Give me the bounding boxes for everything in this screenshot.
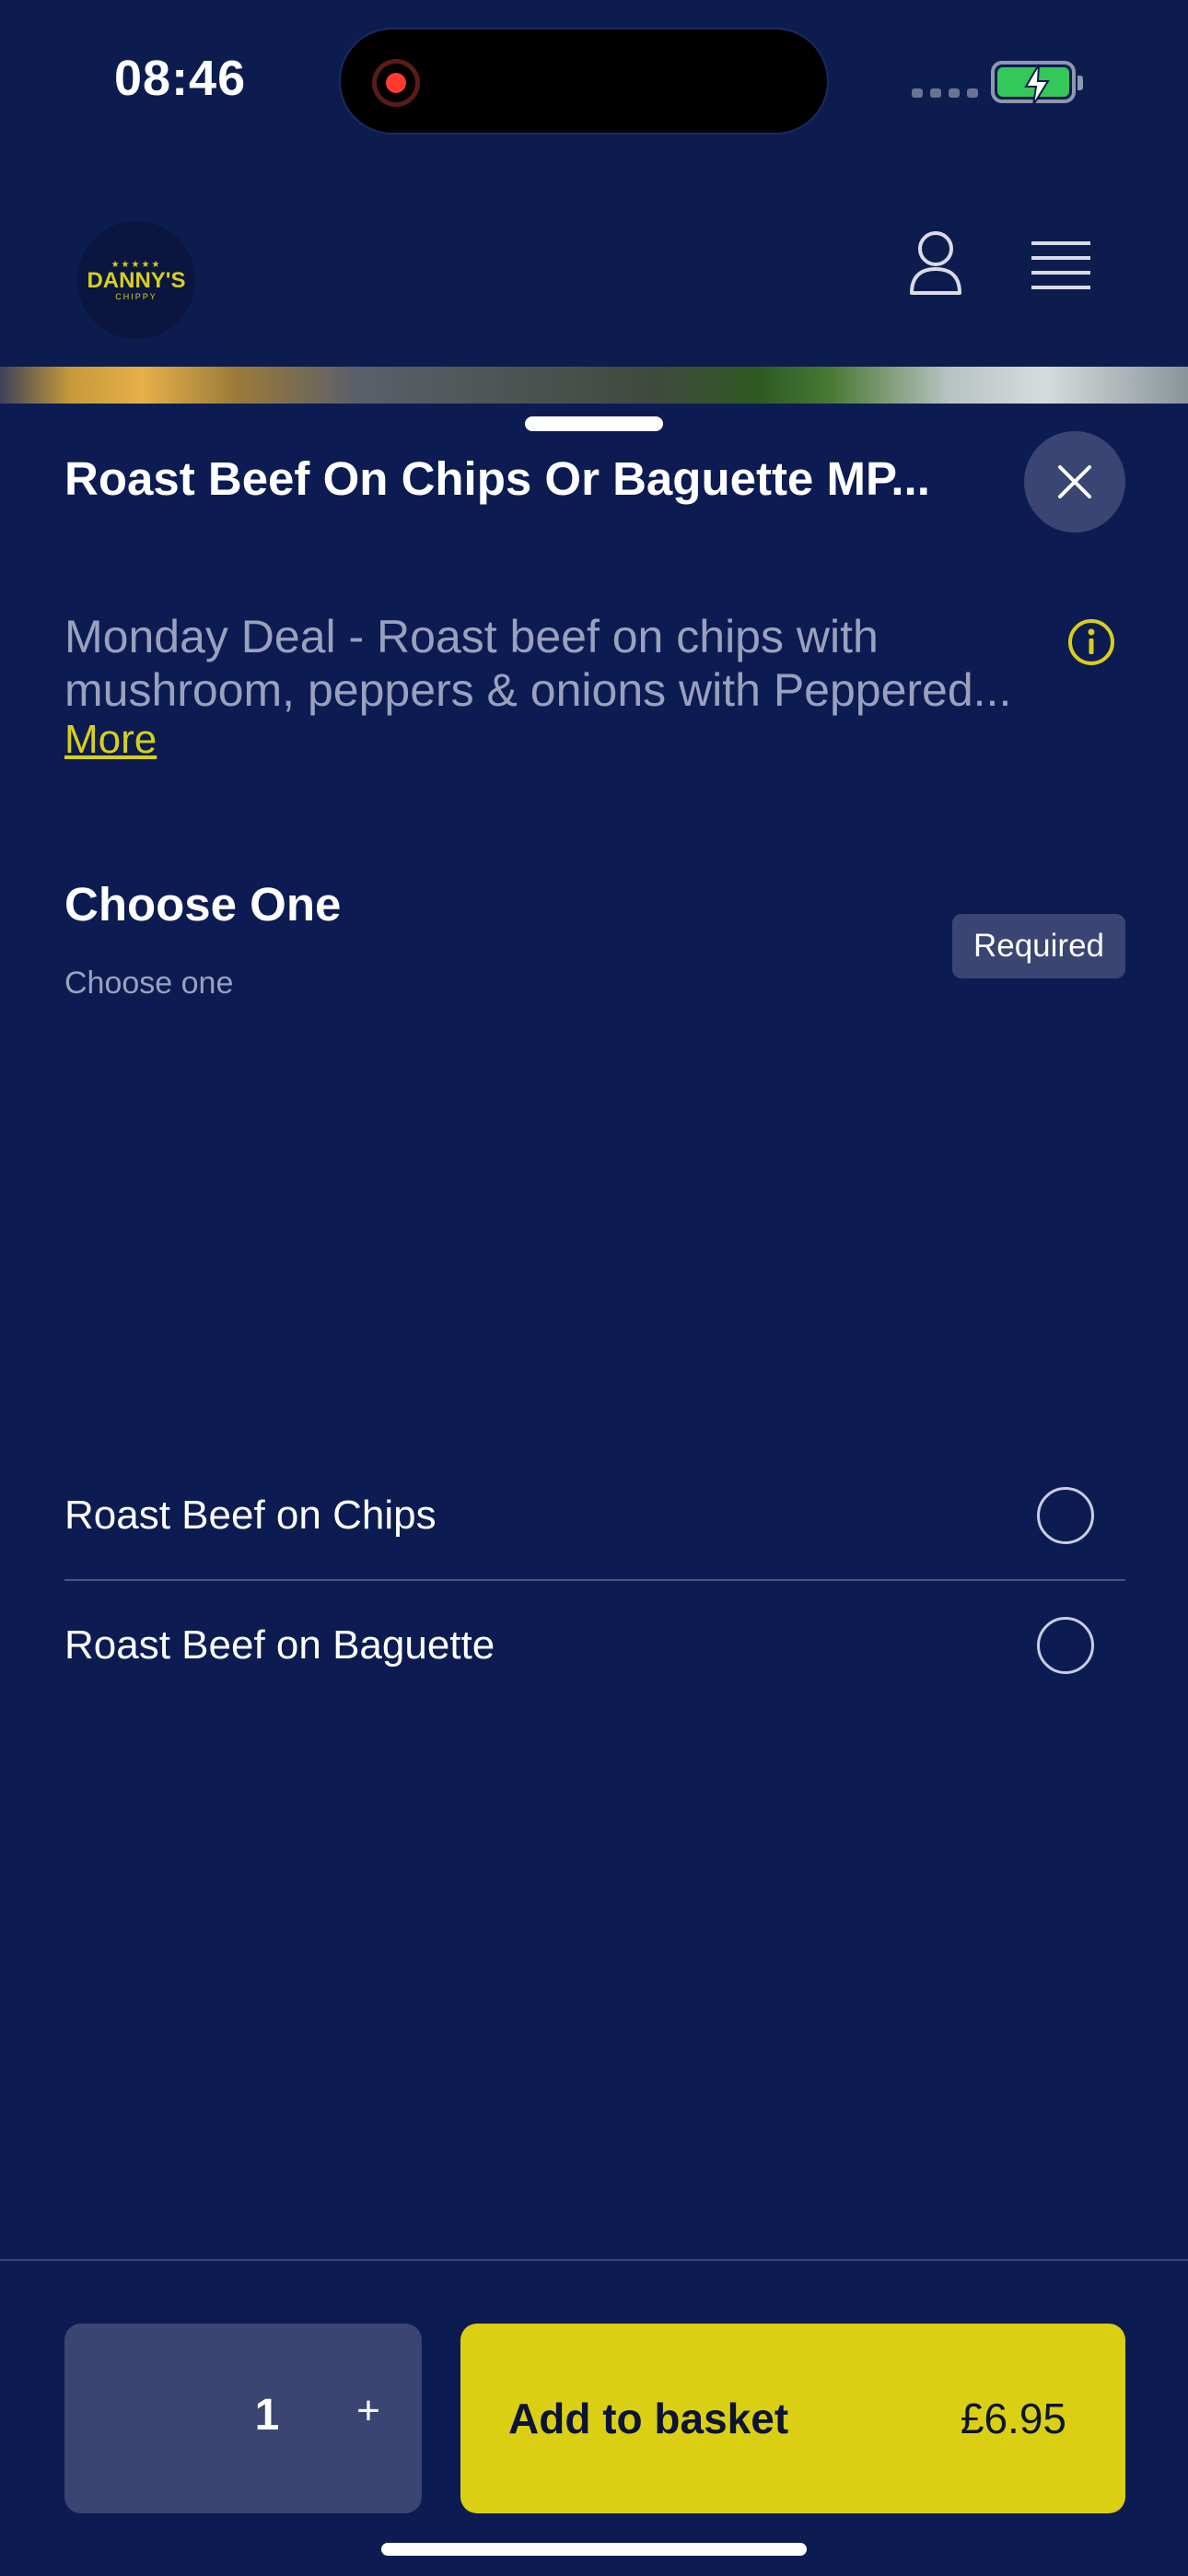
status-time: 08:46 (114, 51, 247, 106)
quantity-value: 1 (254, 2391, 280, 2440)
quantity-stepper: 1 + (64, 2324, 422, 2513)
logo-name: DANNY'S (87, 267, 186, 293)
info-icon[interactable] (1066, 617, 1116, 667)
close-button[interactable] (1024, 431, 1125, 533)
option-roast-beef-on-chips[interactable]: Roast Beef on Chips (64, 1452, 1125, 1581)
restaurant-logo[interactable]: ★★★★★ DANNY'S CHIPPY (77, 221, 195, 339)
radio-button[interactable] (1037, 1487, 1094, 1544)
sheet-grabber[interactable] (525, 416, 663, 431)
add-to-basket-button[interactable]: Add to basket £6.95 (460, 2324, 1125, 2513)
required-badge: Required (952, 914, 1125, 978)
status-bar: 08:46 (0, 0, 1188, 166)
product-description: Monday Deal - Roast beef on chips with m… (64, 611, 1012, 716)
cellular-signal-icon (912, 88, 978, 98)
option-roast-beef-on-baguette[interactable]: Roast Beef on Baguette (64, 1581, 1125, 1710)
hero-food-photo (0, 367, 1188, 404)
increment-button[interactable]: + (332, 2388, 405, 2449)
user-icon[interactable] (908, 230, 963, 297)
recording-indicator-icon (372, 59, 420, 107)
radio-button[interactable] (1037, 1617, 1094, 1674)
home-indicator[interactable] (381, 2543, 807, 2556)
more-link[interactable]: More (64, 717, 157, 763)
option-label: Roast Beef on Baguette (64, 1622, 495, 1668)
price-label: £6.95 (960, 2395, 1066, 2442)
basket-footer: 1 + Add to basket £6.95 (0, 2259, 1188, 2576)
logo-subtitle: CHIPPY (115, 291, 157, 301)
option-group-title: Choose One (64, 878, 342, 931)
battery-charging-icon (991, 61, 1083, 106)
product-title: Roast Beef On Chips Or Baguette MP... (64, 452, 930, 505)
product-sheet: Roast Beef On Chips Or Baguette MP... Mo… (0, 405, 1188, 2576)
option-label: Roast Beef on Chips (64, 1493, 437, 1538)
dynamic-island (339, 28, 829, 135)
close-icon (1058, 465, 1091, 498)
option-group-subtitle: Choose one (64, 966, 234, 1001)
menu-icon[interactable] (1031, 240, 1090, 291)
add-to-basket-label: Add to basket (508, 2395, 789, 2442)
app-header: ★★★★★ DANNY'S CHIPPY (0, 166, 1188, 367)
